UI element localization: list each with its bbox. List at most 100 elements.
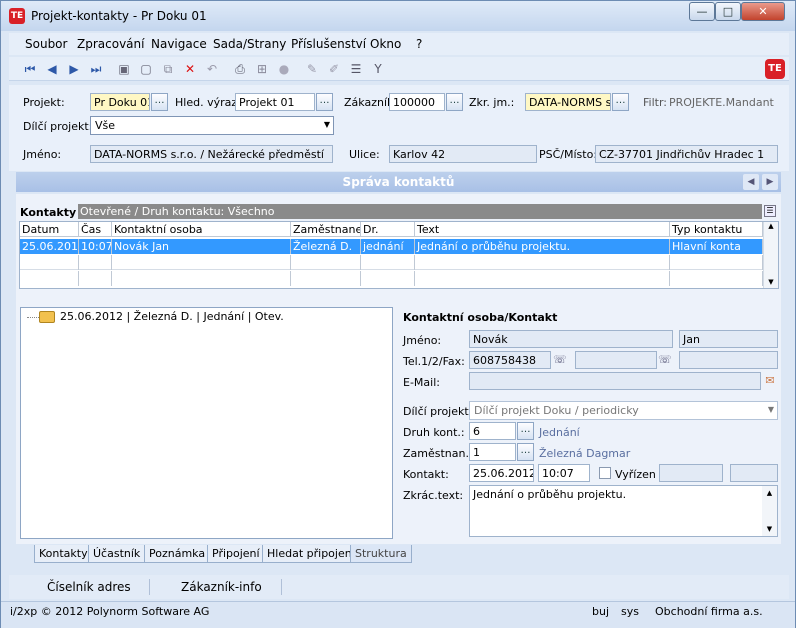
phone-icon[interactable]: ☏: [552, 351, 568, 369]
close-button[interactable]: ✕: [741, 2, 785, 21]
menu-zpracovani[interactable]: Zpracování: [77, 37, 144, 51]
edit-icon[interactable]: ✎: [305, 62, 319, 76]
first-record-icon[interactable]: ⏮: [23, 62, 37, 76]
contacts-label: Kontakty: [20, 206, 77, 219]
email-icon[interactable]: ✉: [762, 372, 778, 390]
projekt-lookup-button[interactable]: …: [151, 93, 168, 111]
col-datum[interactable]: Datum: [20, 222, 79, 237]
title-bar: TE Projekt-kontakty - Pr Doku 01 — □ ✕: [1, 1, 795, 31]
undo-icon[interactable]: ↶: [205, 62, 219, 76]
kontakt-label: Kontakt:: [403, 468, 449, 481]
hled-label: Hled. výraz:: [175, 96, 241, 109]
copy-icon[interactable]: ⧉: [161, 62, 175, 76]
hled-lookup-button[interactable]: …: [316, 93, 333, 111]
tab-pripojeni[interactable]: Připojení: [207, 545, 265, 563]
tab-ucastnik[interactable]: Účastník: [88, 545, 146, 563]
druh-lookup-button[interactable]: …: [517, 422, 534, 440]
section-next-icon[interactable]: ▶: [762, 174, 778, 190]
minimize-button[interactable]: —: [689, 2, 715, 21]
filtr-value: PROJEKTE.Mandant: [669, 96, 774, 109]
hled-field[interactable]: Projekt 01: [235, 93, 315, 111]
status-firm: Obchodní firma a.s.: [655, 605, 763, 618]
ulice-field: Karlov 42: [389, 145, 537, 163]
prev-record-icon[interactable]: ◀: [45, 62, 59, 76]
cell-osoba: Novák Jan: [112, 239, 291, 254]
tab-kontakty[interactable]: Kontakty: [34, 545, 93, 563]
filtr-label: Filtr:: [643, 96, 667, 109]
app-icon: TE: [9, 8, 25, 24]
list-icon[interactable]: ☰: [349, 62, 363, 76]
zakaznik-lookup-button[interactable]: …: [446, 93, 463, 111]
zkr-lookup-button[interactable]: …: [612, 93, 629, 111]
druh-label: Druh kont.:: [403, 426, 465, 439]
vyrizen-time-field: [730, 464, 778, 482]
next-record-icon[interactable]: ▶: [67, 62, 81, 76]
col-typ-kontaktu[interactable]: Typ kontaktu: [670, 222, 763, 237]
tab-hledat-pripojeni[interactable]: Hledat připojení: [262, 545, 360, 563]
ciselnik-adres-button[interactable]: Číselník adres: [47, 580, 131, 594]
menu-sada-strany[interactable]: Sada/Strany: [213, 37, 286, 51]
tree-item[interactable]: 25.06.2012 | Železná D. | Jednání | Otev…: [60, 310, 284, 323]
col-text[interactable]: Text: [415, 222, 670, 237]
scroll-up-icon[interactable]: ▲: [762, 489, 777, 497]
status-copyright: i/2xp © 2012 Polynorm Software AG: [10, 605, 210, 618]
col-dr[interactable]: Dr.: [361, 222, 415, 237]
menu-bar: Soubor Zpracování Navigace Sada/Strany P…: [9, 33, 789, 55]
vyrizen-date-field: [659, 464, 723, 482]
zam-field[interactable]: 1: [469, 443, 516, 461]
menu-prislusenstvi[interactable]: Příslušenství: [291, 37, 366, 51]
kontakt-time-field[interactable]: 10:07: [538, 464, 590, 482]
status-user: buj: [592, 605, 610, 618]
maximize-button[interactable]: □: [715, 2, 741, 21]
scroll-down-icon[interactable]: ▼: [762, 525, 777, 533]
menu-soubor[interactable]: Soubor: [25, 37, 67, 51]
kontakt-date-field[interactable]: 25.06.2012: [469, 464, 534, 482]
scroll-down-icon[interactable]: ▼: [764, 278, 778, 286]
pen-icon[interactable]: ✐: [327, 62, 341, 76]
zkrac-textarea[interactable]: Jednání o průběhu projektu. ▲ ▼: [469, 485, 778, 537]
cell-zamestnanec: Železná D.: [291, 239, 361, 254]
zkr-field[interactable]: DATA-NORMS s: [525, 93, 611, 111]
detail-dilci-label: Dílčí projekt:: [403, 405, 473, 418]
last-record-icon[interactable]: ⏭: [89, 62, 103, 76]
zakaznik-info-button[interactable]: Zákazník-info: [181, 580, 262, 594]
textarea-scrollbar[interactable]: ▲ ▼: [762, 486, 777, 536]
new-icon[interactable]: ▢: [139, 62, 153, 76]
projekt-field[interactable]: Pr Doku 01: [90, 93, 150, 111]
delete-icon[interactable]: ✕: [183, 62, 197, 76]
brand-logo-icon: TE: [765, 59, 785, 79]
save-icon[interactable]: ▣: [117, 62, 131, 76]
chevron-down-icon: ▼: [323, 120, 330, 129]
phone-icon[interactable]: ☏: [657, 351, 673, 369]
col-cas[interactable]: Čas: [79, 222, 112, 237]
scroll-up-icon[interactable]: ▲: [764, 222, 778, 230]
dilci-select[interactable]: Vše ▼: [90, 116, 334, 135]
detail-lastname-field: Novák: [469, 330, 673, 348]
zam-lookup-button[interactable]: …: [517, 443, 534, 461]
filter-icon[interactable]: Y: [371, 62, 385, 76]
table-row[interactable]: 25.06.2012 10:07 Novák Jan Železná D. je…: [20, 239, 763, 254]
tel2-field: [575, 351, 657, 369]
tree-icon[interactable]: ⊞: [255, 62, 269, 76]
druh-field[interactable]: 6: [469, 422, 516, 440]
detail-dilci-select: Dílčí projekt Doku / periodicky ▼: [469, 401, 778, 420]
menu-help[interactable]: ?: [416, 37, 422, 51]
structure-tree: 25.06.2012 | Železná D. | Jednání | Otev…: [20, 307, 393, 539]
col-kontaktni-osoba[interactable]: Kontaktní osoba: [112, 222, 291, 237]
zakaznik-field[interactable]: 100000: [389, 93, 445, 111]
vyrizen-checkbox[interactable]: [599, 467, 611, 479]
menu-navigace[interactable]: Navigace: [151, 37, 207, 51]
zakaznik-label: Zákazník: [344, 96, 394, 109]
col-zamestnanec[interactable]: Zaměstnanec: [291, 222, 361, 237]
stop-icon[interactable]: ●: [277, 62, 291, 76]
app-window: TE Projekt-kontakty - Pr Doku 01 — □ ✕ S…: [0, 0, 796, 628]
tab-poznamka[interactable]: Poznámka: [144, 545, 211, 563]
tab-struktura[interactable]: Struktura: [350, 545, 412, 563]
druh-text: Jednání: [539, 426, 580, 439]
dilci-label: Dílčí projekt:: [23, 120, 93, 133]
grid-options-icon[interactable]: ☰: [764, 205, 776, 217]
print-icon[interactable]: ⎙: [233, 62, 247, 76]
menu-okno[interactable]: Okno: [370, 37, 401, 51]
grid-scrollbar[interactable]: ▲ ▼: [763, 222, 778, 288]
section-prev-icon[interactable]: ◀: [743, 174, 759, 190]
